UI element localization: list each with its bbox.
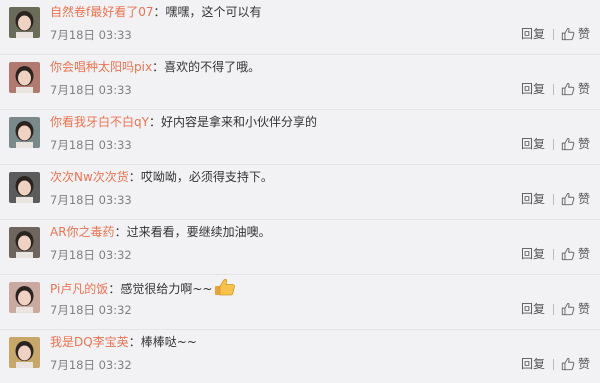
- action-divider: [552, 303, 554, 315]
- comment-timestamp: 7月18日 03:32: [50, 248, 132, 262]
- action-divider: [552, 358, 554, 370]
- avatar[interactable]: [9, 62, 40, 93]
- comment-colon: ：: [128, 170, 141, 184]
- thumbs-up-icon: [561, 193, 575, 206]
- comment-timestamp: 7月18日 03:33: [50, 193, 132, 207]
- action-divider: [552, 138, 554, 150]
- thumbs-up-icon: [561, 83, 575, 96]
- comment-item: AR你之毒药：过来看看，要继续加油噢。 7月18日 03:32 回复 赞: [0, 220, 600, 275]
- comment-body: 你看我牙白不白qY：好内容是拿来和小伙伴分享的: [50, 113, 317, 131]
- like-button[interactable]: 赞: [561, 26, 590, 42]
- comment-item: Pi卢凡的饭：感觉很给力啊~~ 7月18日 03:32 回复 赞: [0, 275, 600, 330]
- like-button[interactable]: 赞: [561, 191, 590, 207]
- comment-username-link[interactable]: 你看我牙白不白qY: [50, 115, 149, 129]
- like-button[interactable]: 赞: [561, 246, 590, 262]
- reply-button[interactable]: 回复: [521, 81, 545, 97]
- comment-body: AR你之毒药：过来看看，要继续加油噢。: [50, 223, 271, 241]
- comment-item: 自然卷f最好看了07：嘿嘿，这个可以有 7月18日 03:33 回复 赞: [0, 0, 600, 55]
- thumbs-up-emoji-icon: [214, 278, 236, 301]
- comment-actions: 回复 赞: [521, 356, 590, 372]
- comment-colon: ：: [108, 282, 121, 296]
- comment-text: 过来看看，要继续加油噢。: [126, 225, 271, 239]
- comment-actions: 回复 赞: [521, 301, 590, 317]
- reply-button[interactable]: 回复: [521, 191, 545, 207]
- comment-item: 你会唱种太阳吗pix：喜欢的不得了哦。 7月18日 03:33 回复 赞: [0, 55, 600, 110]
- comment-colon: ：: [114, 225, 127, 239]
- comment-colon: ：: [152, 60, 165, 74]
- comment-text: 感觉很给力啊~~: [120, 282, 213, 296]
- comment-body: 次次Nw次次货：哎呦呦，必须得支持下。: [50, 168, 273, 186]
- comment-text: 喜欢的不得了哦。: [164, 60, 261, 74]
- action-divider: [552, 28, 554, 40]
- comment-actions: 回复 赞: [521, 136, 590, 152]
- comment-username-link[interactable]: 我是DQ李宝英: [50, 335, 129, 349]
- like-button[interactable]: 赞: [561, 81, 590, 97]
- comment-item: 你看我牙白不白qY：好内容是拿来和小伙伴分享的 7月18日 03:33 回复 赞: [0, 110, 600, 165]
- avatar[interactable]: [9, 227, 40, 258]
- avatar[interactable]: [9, 117, 40, 148]
- reply-button[interactable]: 回复: [521, 26, 545, 42]
- like-button[interactable]: 赞: [561, 301, 590, 317]
- thumbs-up-icon: [561, 138, 575, 151]
- avatar[interactable]: [9, 172, 40, 203]
- comment-timestamp: 7月18日 03:33: [50, 83, 132, 97]
- thumbs-up-icon: [561, 303, 575, 316]
- comment-body: 我是DQ李宝英：棒棒哒~~: [50, 333, 197, 351]
- reply-button[interactable]: 回复: [521, 356, 545, 372]
- like-label: 赞: [577, 137, 590, 151]
- thumbs-up-icon: [561, 358, 575, 371]
- comment-colon: ：: [128, 335, 141, 349]
- avatar[interactable]: [9, 337, 40, 368]
- like-label: 赞: [577, 82, 590, 96]
- like-button[interactable]: 赞: [561, 136, 590, 152]
- like-label: 赞: [577, 357, 590, 371]
- comment-timestamp: 7月18日 03:32: [50, 358, 132, 372]
- comment-list: 自然卷f最好看了07：嘿嘿，这个可以有 7月18日 03:33 回复赞你会唱种太阳吗…: [0, 0, 600, 383]
- comment-text: 哎呦呦，必须得支持下。: [140, 170, 273, 184]
- comment-actions: 回复 赞: [521, 191, 590, 207]
- comment-username-link[interactable]: 次次Nw次次货: [50, 170, 129, 184]
- comment-text: 好内容是拿来和小伙伴分享的: [160, 115, 317, 129]
- comment-colon: ：: [148, 115, 161, 129]
- avatar[interactable]: [9, 7, 40, 38]
- like-label: 赞: [577, 192, 590, 206]
- comment-timestamp: 7月18日 03:33: [50, 138, 132, 152]
- comment-actions: 回复 赞: [521, 26, 590, 42]
- action-divider: [552, 248, 554, 260]
- comment-username-link[interactable]: Pi卢凡的饭: [50, 282, 108, 296]
- thumbs-up-icon: [561, 248, 575, 261]
- thumbs-up-icon: [561, 28, 575, 41]
- comment-timestamp: 7月18日 03:33: [50, 28, 132, 42]
- comment-username-link[interactable]: AR你之毒药: [50, 225, 115, 239]
- comment-username-link[interactable]: 你会唱种太阳吗pix: [50, 60, 152, 74]
- comment-timestamp: 7月18日 03:32: [50, 303, 132, 317]
- like-label: 赞: [577, 247, 590, 261]
- comment-body: 自然卷f最好看了07：嘿嘿，这个可以有: [50, 3, 262, 21]
- comment-actions: 回复 赞: [521, 81, 590, 97]
- comment-username-link[interactable]: 自然卷f最好看了07: [50, 5, 154, 19]
- action-divider: [552, 193, 554, 205]
- avatar[interactable]: [9, 282, 40, 313]
- reply-button[interactable]: 回复: [521, 136, 545, 152]
- like-button[interactable]: 赞: [561, 356, 590, 372]
- action-divider: [552, 83, 554, 95]
- comment-colon: ：: [153, 5, 166, 19]
- like-label: 赞: [577, 27, 590, 41]
- comment-actions: 回复 赞: [521, 246, 590, 262]
- comment-body: 你会唱种太阳吗pix：喜欢的不得了哦。: [50, 58, 260, 76]
- reply-button[interactable]: 回复: [521, 301, 545, 317]
- reply-button[interactable]: 回复: [521, 246, 545, 262]
- comment-body: Pi卢凡的饭：感觉很给力啊~~: [50, 278, 236, 301]
- comment-text: 嘿嘿，这个可以有: [165, 5, 262, 19]
- comment-text: 棒棒哒~~: [140, 335, 197, 349]
- like-label: 赞: [577, 302, 590, 316]
- comment-item: 我是DQ李宝英：棒棒哒~~ 7月18日 03:32 回复 赞: [0, 330, 600, 383]
- comment-item: 次次Nw次次货：哎呦呦，必须得支持下。 7月18日 03:33 回复 赞: [0, 165, 600, 220]
